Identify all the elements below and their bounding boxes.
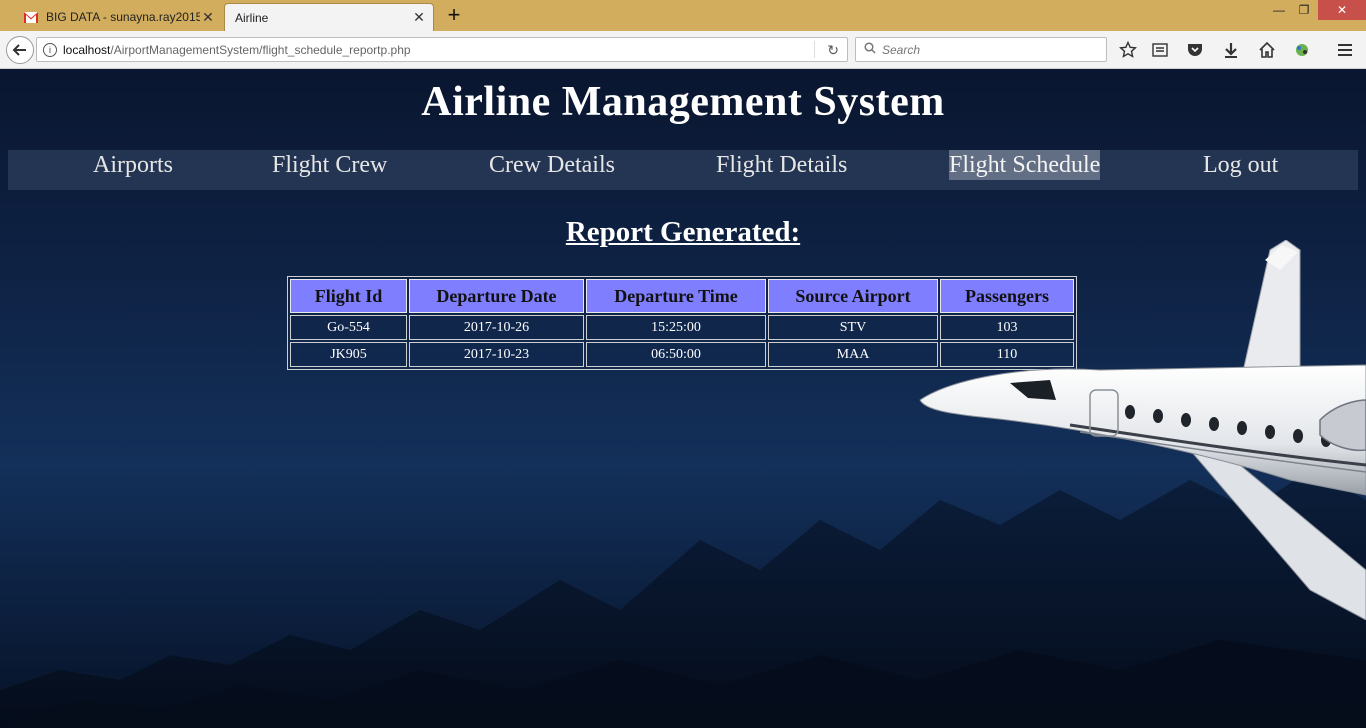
- search-bar[interactable]: [855, 37, 1107, 62]
- cell-flight-id: JK905: [290, 342, 407, 367]
- gmail-icon: [24, 11, 38, 23]
- tab-title: Airline: [235, 10, 269, 25]
- window-close-icon[interactable]: ✕: [1318, 0, 1366, 20]
- reader-list-icon[interactable]: [1150, 40, 1170, 60]
- search-input[interactable]: [882, 42, 1102, 57]
- download-icon[interactable]: [1221, 40, 1241, 60]
- menu-item-flight-schedule[interactable]: Flight Schedule: [949, 150, 1101, 180]
- browser-tab-bar: BIG DATA - sunayna.ray2015 ✕ Airline ✕ +…: [0, 0, 1366, 31]
- close-tab-icon[interactable]: ✕: [200, 9, 216, 26]
- url-bar[interactable]: i localhost/AirportManagementSystem/flig…: [36, 37, 848, 62]
- menu-item-flight-details[interactable]: Flight Details: [716, 150, 847, 180]
- bookmark-star-icon[interactable]: [1118, 40, 1138, 60]
- back-button[interactable]: [6, 36, 34, 64]
- menu-icon[interactable]: [1335, 40, 1355, 60]
- menu-item-airports[interactable]: Airports: [93, 150, 173, 180]
- column-header: Departure Time: [586, 279, 766, 313]
- main-menu: Airports Flight Crew Crew Details Flight…: [8, 150, 1358, 190]
- url-path: /AirportManagementSystem/flight_schedule…: [110, 42, 411, 57]
- cell-flight-id: Go-554: [290, 315, 407, 340]
- new-tab-button[interactable]: +: [443, 4, 465, 28]
- column-header: Flight Id: [290, 279, 407, 313]
- cell-departure-time: 06:50:00: [586, 342, 766, 367]
- restore-icon[interactable]: ❐: [1293, 0, 1315, 20]
- pocket-icon[interactable]: [1185, 40, 1205, 60]
- reload-icon[interactable]: ↻: [827, 42, 839, 59]
- site-title: Airline Management System: [421, 79, 945, 125]
- menu-item-flight-crew[interactable]: Flight Crew: [272, 150, 387, 180]
- menu-item-crew-details[interactable]: Crew Details: [489, 150, 615, 180]
- search-icon: [864, 42, 876, 57]
- tab-gmail[interactable]: BIG DATA - sunayna.ray2015 ✕: [16, 3, 222, 31]
- extension-icon[interactable]: [1292, 40, 1312, 60]
- cell-departure-date: 2017-10-26: [409, 315, 584, 340]
- cell-departure-date: 2017-10-23: [409, 342, 584, 367]
- cell-departure-time: 15:25:00: [586, 315, 766, 340]
- tab-title: BIG DATA - sunayna.ray2015: [46, 10, 200, 24]
- menu-item-log-out[interactable]: Log out: [1203, 150, 1278, 180]
- browser-nav-bar: i localhost/AirportManagementSystem/flig…: [0, 31, 1366, 69]
- site-info-icon[interactable]: i: [43, 42, 57, 57]
- url-host: localhost: [63, 42, 111, 57]
- back-arrow-icon: [12, 44, 26, 56]
- column-header: Departure Date: [409, 279, 584, 313]
- home-icon[interactable]: [1257, 40, 1277, 60]
- page-content: Airline Management System Airports Fligh…: [0, 70, 1366, 728]
- airplane-image: [919, 240, 1366, 620]
- close-tab-icon[interactable]: ✕: [411, 9, 427, 26]
- tab-airline[interactable]: Airline ✕: [224, 3, 434, 31]
- minimize-icon[interactable]: —: [1268, 0, 1290, 20]
